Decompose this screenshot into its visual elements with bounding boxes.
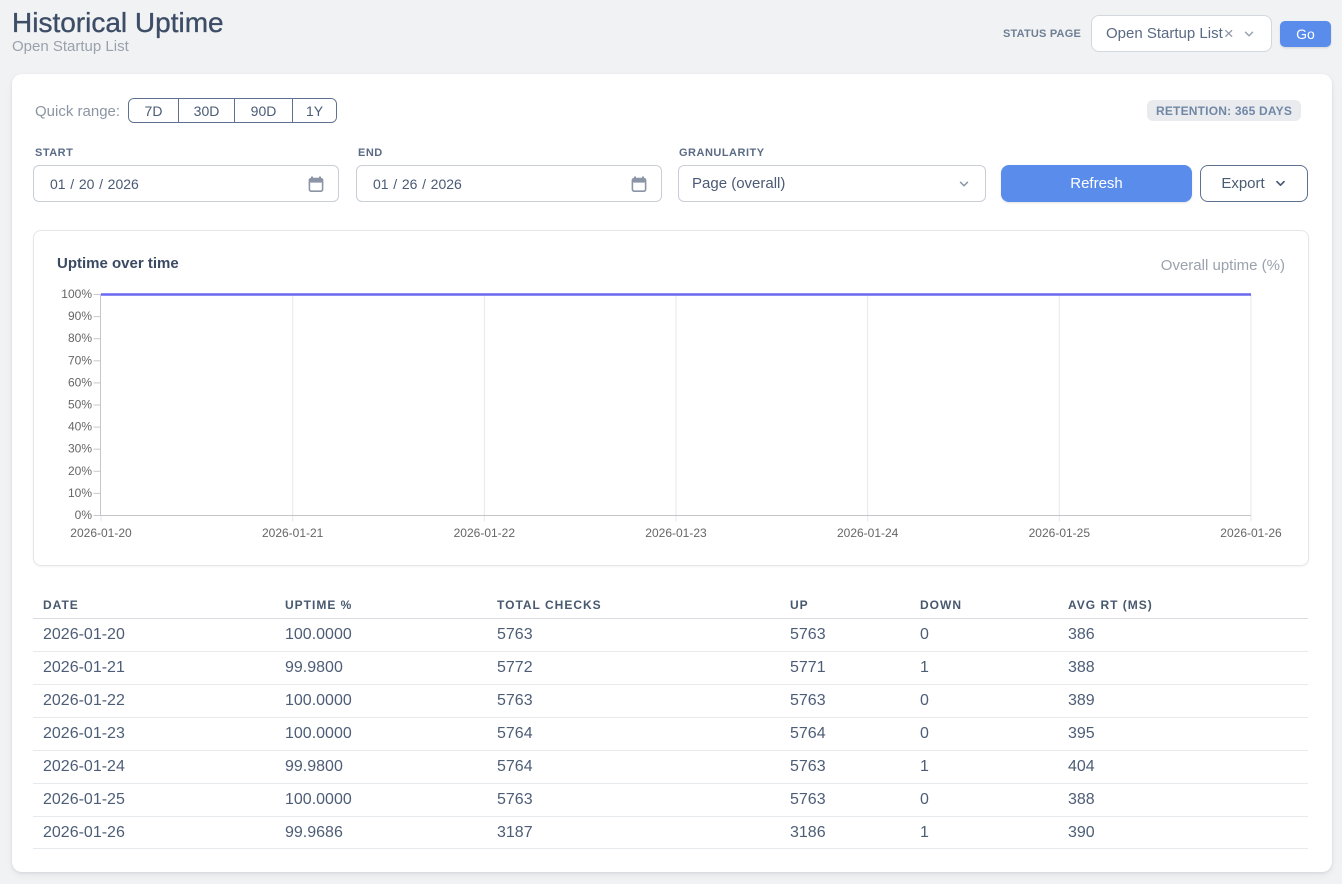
svg-text:10%: 10%: [68, 486, 92, 500]
svg-text:80%: 80%: [68, 331, 92, 345]
svg-text:70%: 70%: [68, 353, 92, 367]
svg-text:20%: 20%: [68, 464, 92, 478]
svg-text:0%: 0%: [75, 508, 93, 522]
svg-text:2026-01-20: 2026-01-20: [70, 526, 132, 540]
svg-text:2026-01-25: 2026-01-25: [1029, 526, 1091, 540]
svg-text:2026-01-23: 2026-01-23: [645, 526, 707, 540]
svg-text:60%: 60%: [68, 375, 92, 389]
svg-text:2026-01-22: 2026-01-22: [454, 526, 516, 540]
svg-text:2026-01-26: 2026-01-26: [1220, 526, 1282, 540]
svg-text:2026-01-21: 2026-01-21: [262, 526, 324, 540]
svg-text:40%: 40%: [68, 420, 92, 434]
svg-text:50%: 50%: [68, 398, 92, 412]
svg-text:30%: 30%: [68, 442, 92, 456]
svg-text:90%: 90%: [68, 309, 92, 323]
svg-text:2026-01-24: 2026-01-24: [837, 526, 899, 540]
svg-text:100%: 100%: [61, 287, 92, 301]
